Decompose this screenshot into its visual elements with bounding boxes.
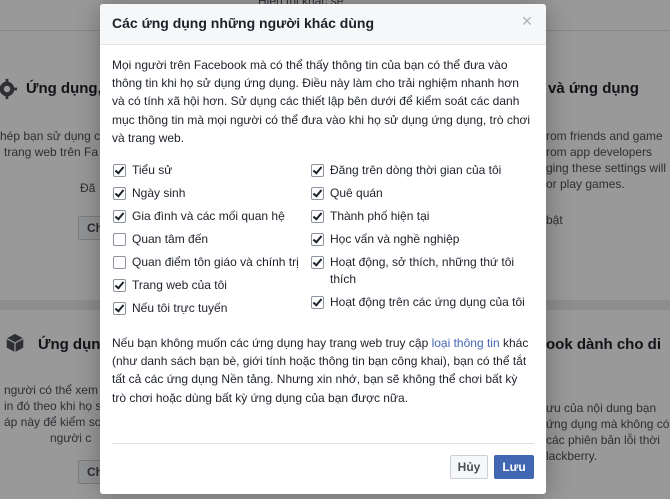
checkbox-checked[interactable] [311, 256, 324, 270]
dialog-header: Các ứng dụng những người khác dùng × [100, 4, 546, 45]
option-label: Gia đình và các mối quan hệ [132, 209, 285, 224]
option-label: Học vấn và nghề nghiệp [330, 232, 460, 247]
option-row[interactable]: Quan tâm đến [112, 231, 312, 248]
option-row[interactable]: Hoạt động trên các ứng dụng của tôi [310, 294, 534, 311]
option-label: Tiểu sử [132, 163, 173, 178]
close-icon[interactable]: × [520, 12, 534, 30]
option-row[interactable]: Học vấn và nghề nghiệp [310, 231, 534, 248]
dialog-intro-text: Mọi người trên Facebook mà có thể thấy t… [112, 58, 531, 145]
checkbox-checked[interactable] [311, 164, 324, 178]
option-row[interactable]: Đăng trên dòng thời gian của tôi [310, 162, 534, 179]
option-label: Nếu tôi trực tuyến [132, 301, 228, 316]
option-label: Ngày sinh [132, 186, 186, 201]
checkbox-checked[interactable] [113, 187, 126, 201]
checkbox-checked[interactable] [311, 296, 324, 310]
save-button[interactable]: Lưu [494, 455, 534, 479]
option-label: Hoạt động trên các ứng dụng của tôi [330, 295, 525, 310]
checkbox-unchecked[interactable] [113, 256, 126, 270]
options-grid: Tiểu sử Ngày sinh Gia đình và các mối quan… [112, 162, 534, 342]
options-right-column: Đăng trên dòng thời gian của tôi Quê quán… [310, 162, 534, 317]
option-row[interactable]: Nếu tôi trực tuyến [112, 300, 312, 317]
checkbox-checked[interactable] [311, 210, 324, 224]
options-left-column: Tiểu sử Ngày sinh Gia đình và các mối quan… [112, 162, 312, 323]
checkbox-checked[interactable] [113, 302, 126, 316]
option-label: Quan điểm tôn giáo và chính trị [132, 255, 299, 270]
option-label: Đăng trên dòng thời gian của tôi [330, 163, 502, 178]
dialog-body: Mọi người trên Facebook mà có thể thấy t… [112, 56, 534, 405]
option-row[interactable]: Quan điểm tôn giáo và chính trị [112, 254, 312, 271]
checkbox-checked[interactable] [113, 164, 126, 178]
option-row[interactable]: Thành phố hiện tại [310, 208, 534, 225]
option-label: Thành phố hiện tại [330, 209, 430, 224]
checkbox-checked[interactable] [311, 233, 324, 247]
dialog-footer: Hủy Lưu [112, 443, 534, 494]
option-row[interactable]: Hoạt động, sở thích, những thứ tôi thích [310, 254, 534, 288]
checkbox-checked[interactable] [113, 279, 126, 293]
option-label: Trang web của tôi [132, 278, 227, 293]
apps-others-use-dialog: Các ứng dụng những người khác dùng × Mọi… [100, 4, 546, 494]
option-label: Quan tâm đến [132, 232, 209, 247]
cancel-button[interactable]: Hủy [450, 455, 488, 479]
checkbox-checked[interactable] [311, 187, 324, 201]
checkbox-unchecked[interactable] [113, 233, 126, 247]
option-row[interactable]: Quê quán [310, 185, 534, 202]
option-label: Hoạt động, sở thích, những thứ tôi thích [330, 255, 515, 287]
option-row[interactable]: Ngày sinh [112, 185, 312, 202]
note-text-before: Nếu bạn không muốn các ứng dụng hay tran… [112, 336, 432, 350]
option-row[interactable]: Trang web của tôi [112, 277, 312, 294]
dialog-title: Các ứng dụng những người khác dùng [112, 15, 375, 31]
checkbox-checked[interactable] [113, 210, 126, 224]
option-row[interactable]: Tiểu sử [112, 162, 312, 179]
info-types-link[interactable]: loại thông tin [432, 336, 500, 350]
dialog-note: Nếu bạn không muốn các ứng dụng hay tran… [112, 334, 534, 407]
option-label: Quê quán [330, 186, 383, 201]
option-row[interactable]: Gia đình và các mối quan hệ [112, 208, 312, 225]
